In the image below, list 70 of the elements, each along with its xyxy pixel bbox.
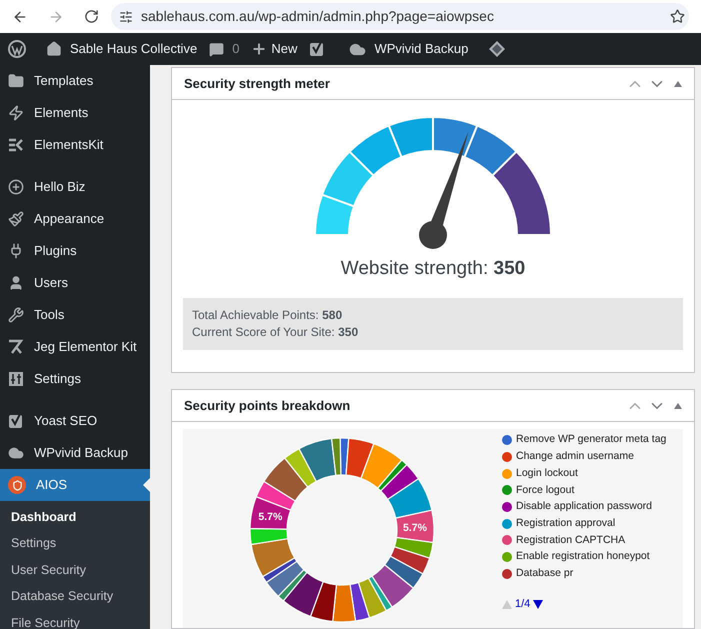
site-name-link[interactable]: Sable Haus Collective: [70, 39, 198, 59]
collapse-triangle-icon[interactable]: [674, 402, 682, 408]
folder-icon: [8, 73, 24, 89]
submenu-item[interactable]: Settings: [0, 530, 150, 557]
sidebar-item[interactable]: Jeg Elementor Kit: [0, 331, 150, 363]
sidebar-item[interactable]: Templates: [0, 65, 150, 97]
current-score-text: Current Score of Your Site: 350: [192, 324, 360, 340]
donut-slice: [284, 448, 317, 488]
settings-icon: [8, 371, 24, 387]
sidebar-item[interactable]: Settings: [0, 363, 150, 395]
url-text: sablehaus.com.au/wp-admin/admin.php?page=aiowpsec: [141, 7, 494, 26]
donut-slice: [380, 464, 420, 500]
jeg-logo-icon: [8, 339, 24, 355]
panel-title: Security points breakdown: [184, 396, 352, 415]
shield-logo-icon: [8, 476, 26, 494]
diamond-icon[interactable]: [488, 40, 506, 58]
paintbrush-icon: [8, 211, 24, 227]
cloud-icon: [8, 445, 24, 461]
submenu-item[interactable]: Dashboard: [0, 504, 150, 530]
sidebar-item[interactable]: Appearance: [0, 203, 150, 235]
plus-icon[interactable]: [251, 41, 268, 57]
legend-label: Login lockout: [516, 466, 578, 481]
home-icon[interactable]: [46, 41, 62, 57]
user-icon: [8, 275, 24, 291]
page-indicator: 1/4: [515, 597, 530, 612]
legend-label: Enable registration honeypot: [516, 549, 650, 564]
legend-label: Registration CAPTCHA: [516, 532, 626, 548]
slice-label: 5.7%: [258, 511, 282, 523]
backup-link[interactable]: WPvivid Backup: [374, 39, 468, 59]
submenu-item[interactable]: User Security: [0, 557, 150, 584]
comment-icon[interactable]: [209, 42, 224, 56]
active-indicator-arrow: [143, 478, 150, 492]
plus-circle-icon: [8, 179, 24, 195]
yoast-logo-icon[interactable]: [309, 41, 326, 57]
sidebar-item[interactable]: Yoast SEO: [0, 405, 150, 437]
ek-logo-icon: [8, 137, 24, 153]
panel-title: Security strength meter: [184, 74, 331, 93]
yoast-logo-icon: [8, 413, 24, 429]
legend-label: Change admin username: [516, 449, 634, 464]
comment-count: 0: [232, 40, 240, 58]
new-link[interactable]: New: [271, 39, 298, 59]
collapse-triangle-icon[interactable]: [674, 80, 682, 86]
sidebar-item[interactable]: AIOS: [0, 469, 150, 501]
wrench-icon: [8, 307, 24, 323]
legend-label: Registration approval: [516, 516, 616, 531]
donut-slice: [266, 560, 304, 597]
sidebar-item[interactable]: Plugins: [0, 235, 150, 267]
sidebar-item[interactable]: ElementsKit: [0, 129, 150, 161]
total-points-text: Total Achievable Points: 580: [192, 306, 344, 324]
reload-icon[interactable]: [84, 9, 99, 24]
sidebar-item[interactable]: WPvivid Backup: [0, 437, 150, 469]
back-icon[interactable]: [12, 8, 28, 24]
legend-label: Database pr: [516, 566, 574, 581]
sidebar-item[interactable]: Hello Biz: [0, 171, 150, 203]
sidebar-item[interactable]: Elements: [0, 97, 150, 129]
sidebar-item[interactable]: Tools: [0, 299, 150, 331]
bookmark-star-icon[interactable]: [670, 9, 685, 24]
bolt-icon: [8, 105, 24, 121]
legend-label: Force logout: [516, 482, 574, 498]
strength-text: Website strength: 350: [340, 257, 526, 281]
wordpress-logo-icon[interactable]: [8, 40, 26, 58]
legend-label: Remove WP generator meta tag: [516, 432, 666, 448]
donut-slice: [332, 584, 356, 623]
next-page-icon[interactable]: [533, 600, 544, 609]
legend-label: Disable application password: [516, 499, 652, 514]
slice-label: 5.7%: [402, 522, 427, 534]
address-bar[interactable]: sablehaus.com.au/wp-admin/admin.php?page=aiowpsec: [111, 3, 689, 30]
submenu-item[interactable]: Database Security: [0, 584, 150, 610]
site-info-icon[interactable]: [119, 10, 133, 24]
sidebar-item[interactable]: Users: [0, 267, 150, 299]
